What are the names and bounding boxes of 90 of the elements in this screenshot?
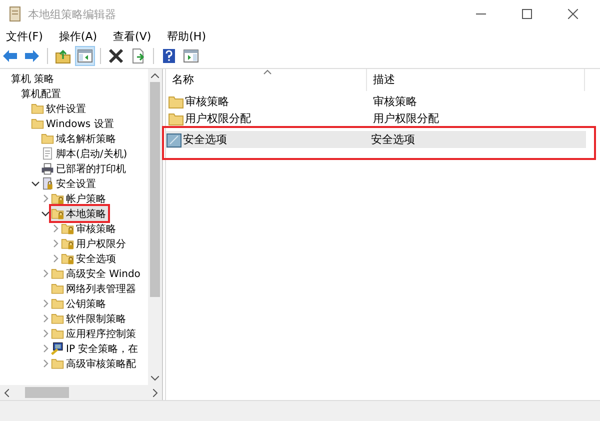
horizontal-scrollbar[interactable]	[0, 385, 162, 400]
list-row[interactable]: 审核策略 审核策略	[168, 93, 588, 110]
locked-folder-icon	[61, 237, 74, 250]
folder-icon	[31, 117, 44, 130]
scroll-icon	[8, 6, 22, 22]
export-icon	[130, 48, 146, 64]
folder-icon	[168, 94, 184, 110]
document-icon	[41, 147, 54, 160]
right-arrow-icon	[24, 48, 40, 64]
tree-item[interactable]: IP 安全策略，在	[51, 341, 140, 356]
tree-item[interactable]: 已部署的打印机	[41, 161, 128, 176]
folder-icon	[51, 312, 64, 325]
chevron-right-icon[interactable]	[41, 194, 50, 203]
chevron-right-icon[interactable]	[51, 224, 60, 233]
scroll-left-icon[interactable]	[4, 388, 9, 396]
tree-item[interactable]: 网络列表管理器	[51, 281, 138, 296]
folder-up-icon	[55, 48, 71, 64]
folder-icon	[51, 357, 64, 370]
tree-item[interactable]: 本地策略	[51, 206, 108, 221]
column-header[interactable]: 描述	[367, 69, 585, 91]
tree-item[interactable]: 算机 策略	[11, 71, 56, 86]
tree-pane-icon	[77, 48, 93, 64]
tree-item[interactable]: 高级安全 Windo	[51, 266, 142, 281]
menu-item[interactable]: 操作(A)	[58, 28, 98, 44]
chevron-right-icon[interactable]	[41, 329, 50, 338]
chevron-right-icon[interactable]	[41, 314, 50, 323]
chevron-right-icon[interactable]	[41, 359, 50, 368]
tree-item[interactable]: 帐户策略	[51, 191, 108, 206]
monitor-key-icon	[51, 342, 64, 355]
list-row[interactable]: 用户权限分配 用户权限分配	[168, 110, 588, 127]
description-cell-text: 审核策略	[372, 94, 417, 109]
left-arrow-icon	[2, 48, 18, 64]
maximize-icon[interactable]	[522, 9, 532, 19]
tree-item[interactable]: 公钥策略	[51, 296, 108, 311]
chevron-right-icon[interactable]	[41, 344, 50, 353]
column-header[interactable]: 名称	[166, 69, 367, 91]
server-lock-icon	[41, 177, 54, 190]
tree-item[interactable]: 用户权限分	[61, 236, 128, 251]
tree-item[interactable]: 算机配置	[21, 86, 63, 101]
chevron-right-icon[interactable]	[41, 299, 50, 308]
description-cell-text: 用户权限分配	[372, 111, 439, 126]
locked-folder-icon	[61, 252, 74, 265]
tree-item[interactable]: 安全设置	[41, 176, 98, 191]
scroll-up-icon[interactable]	[151, 73, 159, 78]
description-cell-text: 安全选项	[370, 132, 415, 147]
menu-item[interactable]: 查看(V)	[113, 28, 152, 44]
folder-icon	[41, 132, 54, 145]
tree-item[interactable]: 软件设置	[31, 101, 88, 116]
scroll-right-icon[interactable]	[153, 388, 158, 396]
tree-item[interactable]: 高级审核策略配	[51, 356, 138, 371]
tree-item[interactable]: 软件限制策略	[51, 311, 128, 326]
scroll-thumb[interactable]	[25, 387, 69, 398]
close-icon[interactable]	[568, 9, 578, 19]
toolbar-button[interactable]	[106, 46, 126, 66]
chevron-right-icon[interactable]	[51, 254, 60, 263]
scroll-down-icon[interactable]	[151, 376, 159, 381]
sort-ascending-icon	[263, 69, 272, 75]
tree-item[interactable]: 域名解析策略	[41, 131, 118, 146]
folder-icon	[31, 102, 44, 115]
chevron-right-icon[interactable]	[51, 239, 60, 248]
delete-icon	[108, 48, 124, 64]
name-cell: 审核策略	[185, 94, 229, 109]
chevron-down-icon[interactable]	[41, 209, 50, 218]
folder-icon	[51, 282, 64, 295]
menu-item[interactable]: 文件(F)	[6, 28, 43, 44]
tree-item[interactable]: 安全选项	[61, 251, 118, 266]
folder-icon	[51, 327, 64, 340]
locked-folder-icon	[51, 207, 64, 220]
locked-folder-icon	[51, 192, 64, 205]
policy-icon	[166, 132, 182, 148]
printer-icon	[41, 162, 54, 175]
tree-item[interactable]: 脚本(启动/关机)	[41, 146, 130, 161]
menu-item[interactable]: 帮助(H)	[167, 28, 206, 44]
name-cell: 安全选项	[183, 132, 227, 147]
properties-pane-icon	[183, 48, 199, 64]
vertical-scrollbar[interactable]	[148, 69, 162, 385]
window-title: 本地组策略编辑器	[28, 6, 116, 22]
folder-icon	[51, 297, 64, 310]
tree-item[interactable]: Windows 设置	[31, 116, 116, 131]
chevron-right-icon[interactable]	[41, 269, 50, 278]
folder-icon	[168, 110, 184, 126]
folder-icon	[51, 267, 64, 280]
locked-folder-icon	[61, 222, 74, 235]
tree-item[interactable]: 应用程序控制策	[51, 326, 138, 341]
chevron-down-icon[interactable]	[31, 179, 40, 188]
scroll-thumb[interactable]	[150, 82, 160, 297]
help-icon	[161, 48, 177, 64]
tree-item[interactable]: 审核策略	[61, 221, 118, 236]
list-row[interactable]: 安全选项 安全选项	[166, 131, 586, 148]
name-cell: 用户权限分配	[185, 111, 251, 126]
